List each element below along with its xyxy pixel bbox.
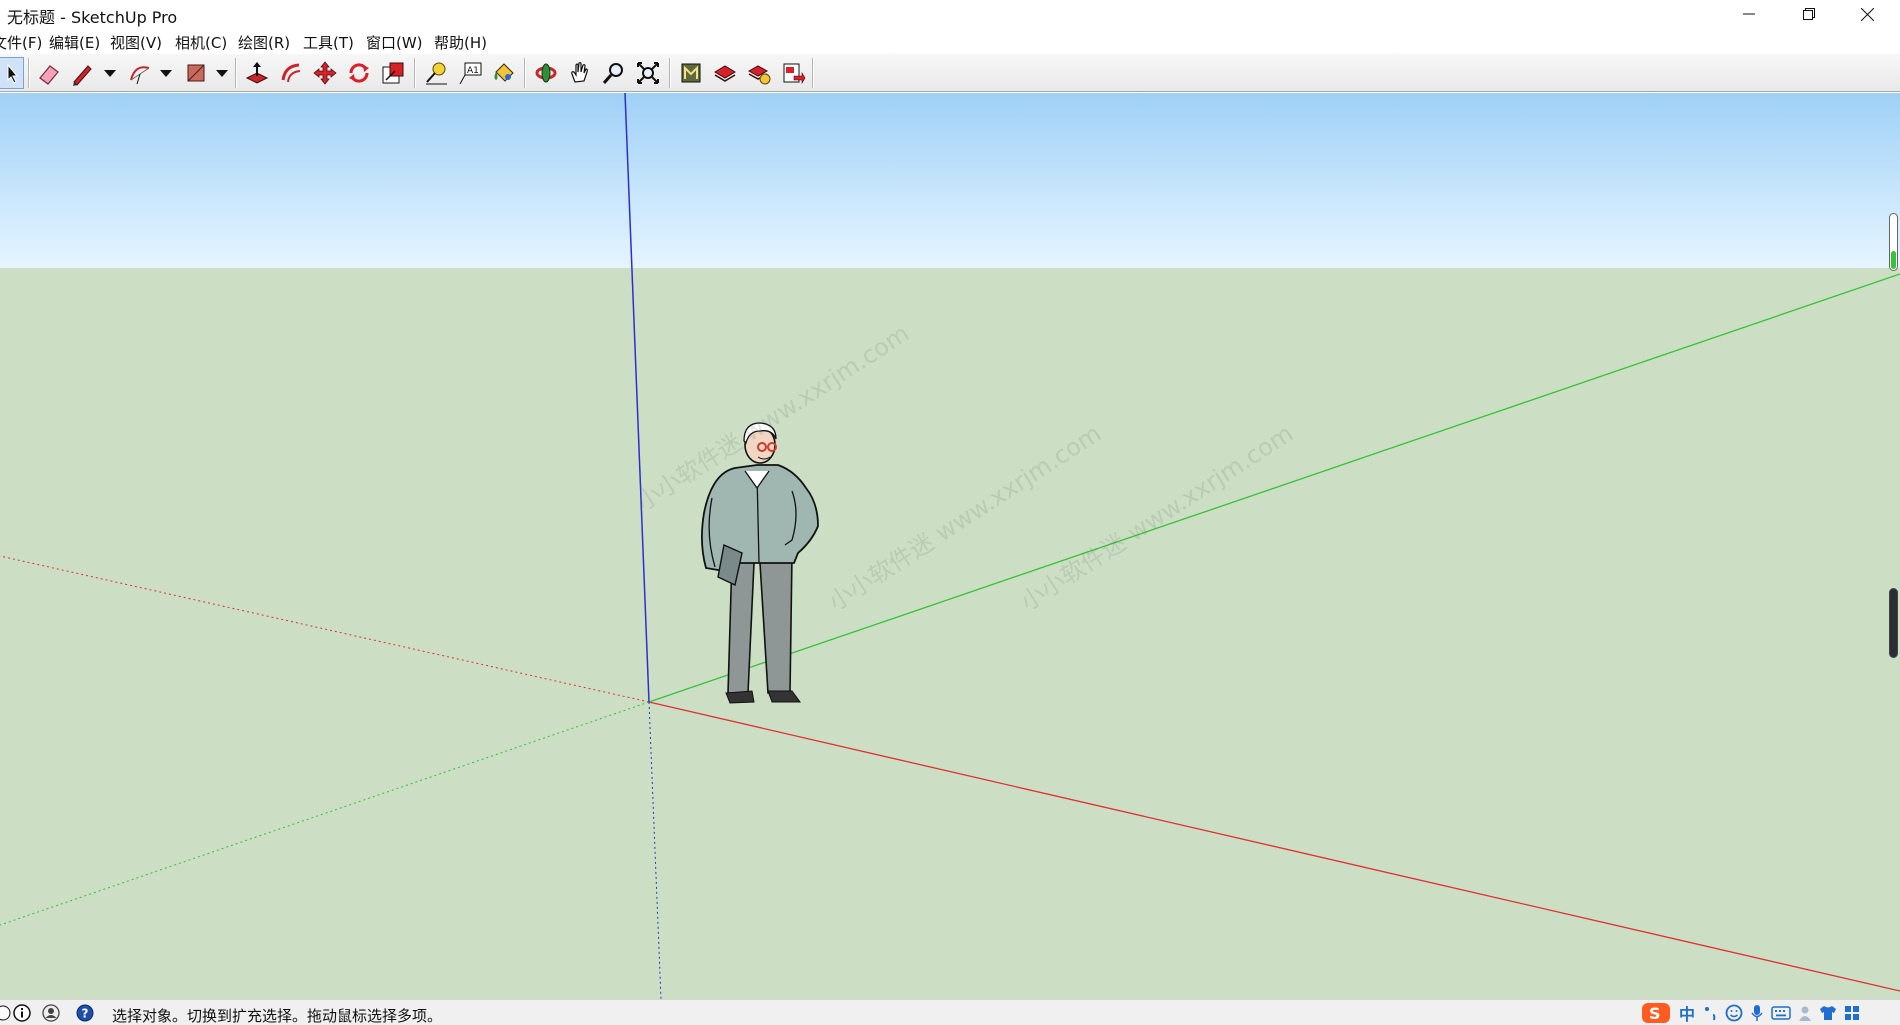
rotate-icon (349, 63, 369, 83)
menu-tools[interactable]: 工具(T) (303, 32, 354, 53)
title-bar: 无标题 - SketchUp Pro (0, 0, 1900, 28)
extension-warehouse-tool-button[interactable] (709, 57, 741, 89)
ime-toolbar: S 中 (1640, 1000, 1900, 1025)
move-tool-button[interactable] (309, 57, 341, 89)
toolbar-separator (235, 58, 236, 88)
rectangle-tool-button[interactable] (180, 57, 212, 89)
info-icon[interactable] (13, 1004, 31, 1022)
toolbar-separator (414, 58, 415, 88)
emoji-icon[interactable] (1724, 1003, 1744, 1023)
red-axis (648, 701, 1900, 992)
model-viewport[interactable]: 小小软件迷 www.xxrjm.com 小小软件迷 www.xxrjm.com … (0, 93, 1900, 999)
microphone-icon[interactable] (1748, 1003, 1766, 1023)
select-tool-button[interactable] (0, 57, 24, 89)
paint-bucket-tool-button[interactable] (488, 57, 520, 89)
close-icon (1860, 7, 1874, 21)
menu-bar: 文件(F) 编辑(E) 视图(V) 相机(C) 绘图(R) 工具(T) 窗口(W… (0, 28, 1900, 54)
svg-text:S: S (1649, 1004, 1661, 1023)
extension-manager-icon (747, 65, 771, 85)
user-icon[interactable] (1796, 1003, 1814, 1023)
status-message: 选择对象。切换到扩充选择。拖动鼠标选择多项。 (112, 1007, 443, 1025)
ime-mode-label[interactable]: 中 (1676, 1003, 1698, 1024)
orbit-tool-button[interactable] (530, 57, 562, 89)
rotate-tool-button[interactable] (343, 57, 375, 89)
line-tool-button[interactable] (66, 57, 98, 89)
window-title: 无标题 - SketchUp Pro (7, 8, 178, 27)
paint-bucket-icon (494, 63, 514, 82)
offset-icon (281, 63, 301, 83)
orbit-icon (535, 63, 557, 83)
minimize-icon (1743, 13, 1755, 15)
text-tool-button[interactable]: A1 (454, 57, 486, 89)
help-icon[interactable]: ? (76, 1004, 94, 1022)
menu-edit[interactable]: 编辑(E) (49, 32, 100, 53)
arc-icon (130, 66, 150, 85)
user-icon[interactable] (42, 1004, 60, 1022)
green-axis (648, 273, 1900, 703)
tape-measure-icon (426, 62, 447, 85)
rectangle-dropdown-arrow[interactable] (216, 70, 228, 77)
send-to-layout-tool-button[interactable] (777, 57, 809, 89)
toolbar-separator (524, 58, 525, 88)
extension-manager-tool-button[interactable] (743, 57, 775, 89)
svg-text:?: ? (82, 1007, 89, 1021)
restore-button[interactable] (1780, 0, 1838, 28)
scrollbar-handle-top[interactable] (1889, 213, 1898, 271)
restore-icon (1803, 8, 1815, 20)
warehouse-icon (681, 63, 701, 83)
scale-tool-button[interactable] (377, 57, 409, 89)
blue-axis (624, 93, 650, 703)
menu-draw[interactable]: 绘图(R) (238, 32, 290, 53)
svg-text:A1: A1 (467, 66, 479, 76)
zoom-extents-icon (637, 62, 659, 84)
arc-tool-button[interactable] (124, 57, 156, 89)
menu-view[interactable]: 视图(V) (110, 32, 162, 53)
hand-icon (571, 62, 588, 83)
eraser-icon (39, 65, 59, 85)
main-toolbar: A1 (0, 54, 1900, 92)
text-icon: A1 (459, 62, 482, 85)
sketchup-window: 无标题 - SketchUp Pro 文件(F) 编辑(E) 视图(V) 相机(… (0, 0, 1900, 1025)
keyboard-icon[interactable] (1770, 1003, 1792, 1023)
eraser-tool-button[interactable] (33, 57, 65, 89)
sogou-icon[interactable]: S (1640, 1003, 1672, 1023)
zoom-extents-tool-button[interactable] (632, 57, 664, 89)
geolocation-icon[interactable] (0, 1004, 12, 1022)
red-axis-negative (0, 555, 650, 703)
push-pull-icon (245, 62, 269, 84)
punctuation-icon[interactable] (1702, 1003, 1720, 1023)
arc-dropdown-arrow[interactable] (160, 70, 172, 77)
push-pull-tool-button[interactable] (241, 57, 273, 89)
menu-camera[interactable]: 相机(C) (175, 32, 227, 53)
tape-measure-tool-button[interactable] (420, 57, 452, 89)
3d-warehouse-tool-button[interactable] (675, 57, 707, 89)
pan-tool-button[interactable] (564, 57, 596, 89)
scrollbar-handle-side[interactable] (1889, 588, 1898, 658)
magnifier-icon (602, 63, 623, 84)
scale-icon (382, 62, 404, 84)
toolbar-separator (669, 58, 670, 88)
line-dropdown-arrow[interactable] (104, 70, 116, 77)
layout-icon (783, 63, 806, 85)
close-button[interactable] (1838, 0, 1896, 28)
green-axis-negative (0, 701, 650, 926)
status-bar: ? 选择对象。切换到扩充选择。拖动鼠标选择多项。 S 中 (0, 999, 1900, 1025)
toolbar-separator (812, 58, 813, 88)
minimize-button[interactable] (1720, 0, 1778, 28)
rectangle-icon (187, 64, 205, 82)
menu-help[interactable]: 帮助(H) (434, 32, 487, 53)
offset-tool-button[interactable] (275, 57, 307, 89)
arrow-cursor-icon (7, 63, 18, 84)
grid-icon[interactable] (1842, 1003, 1862, 1023)
menu-file[interactable]: 文件(F) (0, 32, 42, 53)
extension-warehouse-icon (714, 65, 736, 82)
shirt-icon[interactable] (1818, 1003, 1838, 1023)
zoom-tool-button[interactable] (598, 57, 630, 89)
pencil-icon (73, 65, 92, 86)
blue-axis-negative (648, 701, 662, 999)
menu-window[interactable]: 窗口(W) (366, 32, 423, 53)
scene-canvas (0, 93, 1900, 999)
toolbar-separator (28, 58, 29, 88)
move-icon (313, 61, 337, 85)
